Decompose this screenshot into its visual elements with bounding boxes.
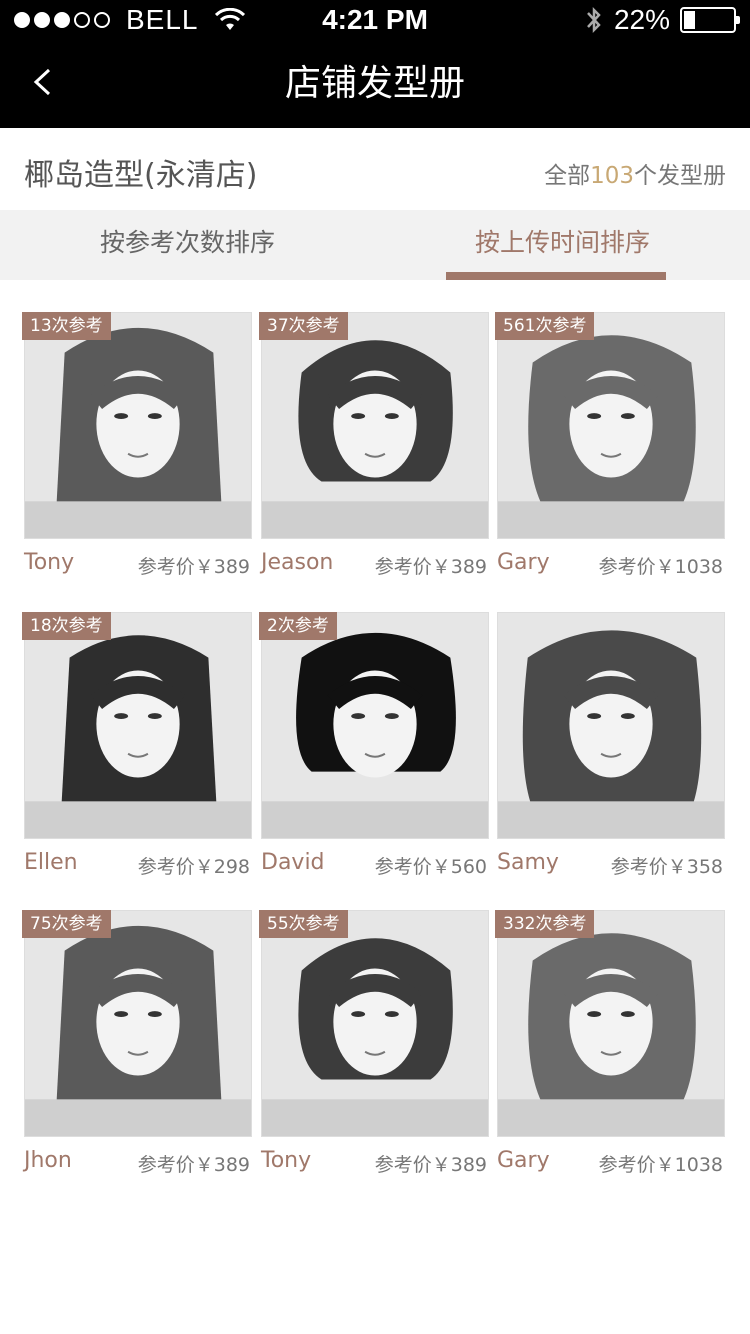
tab-label: 按参考次数排序 [99,228,275,257]
hairstyle-caption: Gary 参考价￥1038 [497,550,725,580]
reference-price: 参考价￥389 [374,1154,487,1176]
stylist-name: Samy [497,850,559,875]
hairstyle-caption: Gary 参考价￥1038 [497,1148,725,1178]
battery-percent: 22% [613,4,670,35]
tab-label: 按上传时间排序 [474,228,650,257]
reference-count-badge: 37次参考 [259,312,348,340]
reference-price: 参考价￥560 [374,856,487,878]
reference-count-badge: 2次参考 [259,612,337,640]
stylist-name: Gary [497,550,550,575]
hairstyle-caption: Tony 参考价￥389 [24,550,252,580]
hairstyle-caption: Jeason 参考价￥389 [261,550,489,580]
stylist-name: Tony [261,1148,312,1173]
hairstyle-count: 全部103个发型册 [544,156,726,190]
hairstyle-caption: Tony 参考价￥389 [261,1148,489,1178]
hairstyle-photo[interactable] [261,612,489,839]
reference-price: 参考价￥358 [610,856,723,878]
reference-price: 参考价￥389 [137,556,250,578]
reference-price: 参考价￥389 [374,556,487,578]
stylist-name: Gary [497,1148,550,1173]
count-prefix: 全部 [544,163,591,189]
page-title: 店铺发型册 [284,63,465,104]
hairstyle-caption: David 参考价￥560 [261,850,489,880]
stylist-name: David [261,850,325,875]
reference-count-badge: 75次参考 [22,910,111,938]
reference-price: 参考价￥1038 [598,556,723,578]
hairstyle-caption: Jhon 参考价￥389 [24,1148,252,1178]
stylist-name: Ellen [24,850,78,875]
reference-count-badge: 13次参考 [22,312,111,340]
hairstyle-photo[interactable] [24,612,252,839]
reference-count-badge: 332次参考 [495,910,595,938]
hairstyle-caption: Ellen 参考价￥298 [24,850,252,880]
stylist-name: Jhon [24,1148,72,1173]
active-tab-indicator [446,272,666,280]
count-number: 103 [590,163,634,189]
reference-count-badge: 18次参考 [22,612,111,640]
status-right: 22% [584,4,740,36]
navigation-bar: 店铺发型册 [0,40,750,128]
sort-tabs: 按参考次数排序 按上传时间排序 [0,210,750,280]
shop-header: 椰岛造型(永清店) 全部103个发型册 [0,128,750,210]
hairstyle-photo[interactable] [24,910,252,1137]
count-suffix: 个发型册 [634,163,726,189]
stylist-name: Jeason [261,550,334,575]
hairstyle-photo[interactable] [24,312,252,539]
reference-price: 参考价￥298 [137,856,250,878]
battery-icon [680,7,740,33]
tab-sort-by-references[interactable]: 按参考次数排序 [0,210,375,280]
hairstyle-photo[interactable] [497,312,725,539]
stylist-name: Tony [24,550,75,575]
reference-price: 参考价￥389 [137,1154,250,1176]
reference-count-badge: 55次参考 [259,910,348,938]
hairstyle-photo[interactable] [497,910,725,1137]
hairstyle-photo[interactable] [497,612,725,839]
hairstyle-photo[interactable] [261,910,489,1137]
tab-sort-by-upload-time[interactable]: 按上传时间排序 [375,210,750,280]
bluetooth-icon [587,6,601,34]
hairstyle-photo[interactable] [261,312,489,539]
reference-count-badge: 561次参考 [495,312,595,340]
reference-price: 参考价￥1038 [598,1154,723,1176]
status-bar: BELL 4:21 PM 22% [0,0,750,40]
hairstyle-caption: Samy 参考价￥358 [497,850,725,880]
shop-name: 椰岛造型(永清店) [24,158,258,193]
